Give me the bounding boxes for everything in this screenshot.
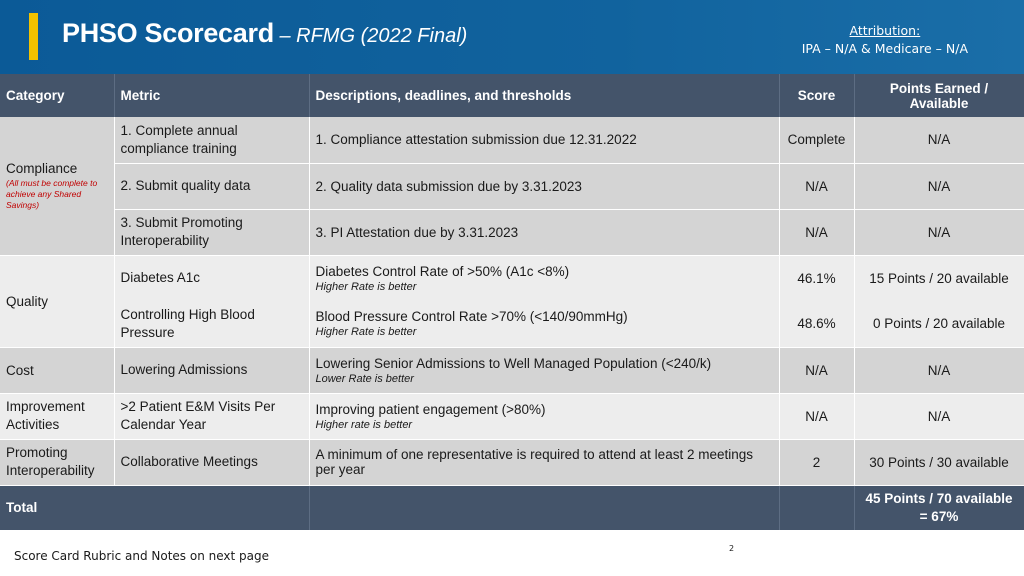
- score-cell: 2: [779, 438, 855, 485]
- accent-bar: [29, 13, 38, 60]
- score-cell: N/A: [779, 208, 855, 255]
- col-header-points: Points Earned / Available: [854, 74, 1024, 117]
- description-cell: 2. Quality data submission due by 3.31.2…: [309, 162, 780, 209]
- category-cell: Quality: [0, 254, 115, 347]
- table-header-row: Category Metric Descriptions, deadlines,…: [0, 74, 1024, 117]
- score-cell: 48.6%: [779, 301, 855, 347]
- category-cell: Cost: [0, 346, 115, 393]
- score-cell: N/A: [779, 392, 855, 439]
- score-cell: N/A: [779, 346, 855, 393]
- category-cell: Improvement Activities: [0, 392, 115, 439]
- col-header-score: Score: [779, 74, 855, 117]
- table-row: 3. Submit Promoting Interoperability 3. …: [0, 208, 1024, 255]
- page-title: PHSO Scorecard – RFMG (2022 Final): [62, 18, 467, 49]
- description-cell: Blood Pressure Control Rate >70% (<140/9…: [309, 301, 780, 347]
- metric-cell: Collaborative Meetings: [114, 438, 310, 485]
- total-label: Total: [0, 484, 310, 530]
- category-label: Improvement Activities: [6, 399, 85, 432]
- col-header-metric: Metric: [114, 74, 310, 117]
- category-note: (All must be complete to achieve any Sha…: [6, 177, 98, 210]
- points-cell: N/A: [854, 208, 1024, 255]
- attribution-value: IPA – N/A & Medicare – N/A: [801, 41, 968, 56]
- title-main: PHSO Scorecard: [62, 18, 274, 48]
- total-points: 45 Points / 70 available = 67%: [854, 484, 1024, 530]
- metric-cell: >2 Patient E&M Visits Per Calendar Year: [114, 392, 310, 439]
- category-label: Cost: [6, 362, 34, 378]
- category-label: Promoting Interoperability: [6, 445, 95, 478]
- points-cell: N/A: [854, 346, 1024, 393]
- description-cell: Diabetes Control Rate of >50% (A1c <8%) …: [309, 254, 780, 301]
- points-cell: 30 Points / 30 available: [854, 438, 1024, 485]
- points-cell: N/A: [854, 392, 1024, 439]
- attribution-label: Attribution:: [849, 23, 921, 38]
- category-label: Quality: [6, 293, 49, 309]
- description-cell: Improving patient engagement (>80%) High…: [309, 392, 780, 439]
- total-row: Total 45 Points / 70 available = 67%: [0, 484, 1024, 530]
- metric-cell: Controlling High Blood Pressure: [114, 301, 310, 347]
- metric-cell: 1. Complete annual compliance training: [114, 117, 310, 163]
- title-sub: – RFMG (2022 Final): [273, 25, 468, 47]
- attribution: Attribution: IPA – N/A & Medicare – N/A: [802, 22, 968, 58]
- metric-cell: Diabetes A1c: [114, 254, 310, 301]
- table-row: Cost Lowering Admissions Lowering Senior…: [0, 346, 1024, 393]
- table-row: Compliance (All must be complete to achi…: [0, 117, 1024, 255]
- table-row: 2. Submit quality data 2. Quality data s…: [0, 162, 1024, 209]
- metric-cell: Lowering Admissions: [114, 346, 310, 393]
- footer-note: Score Card Rubric and Notes on next page: [14, 549, 270, 563]
- score-cell: 46.1%: [779, 254, 855, 301]
- table-row: Promoting Interoperability Collaborative…: [0, 438, 1024, 485]
- points-cell: 15 Points / 20 available: [854, 254, 1024, 301]
- metric-cell: 3. Submit Promoting Interoperability: [114, 208, 310, 255]
- total-spacer: [309, 484, 780, 530]
- points-cell: N/A: [854, 117, 1024, 163]
- category-cell: Promoting Interoperability: [0, 438, 115, 485]
- category-label: Compliance: [6, 160, 78, 176]
- table-row: Controlling High Blood Pressure Blood Pr…: [0, 301, 1024, 347]
- score-cell: Complete: [779, 117, 855, 163]
- page-number: 2: [729, 544, 735, 553]
- metric-cell: 2. Submit quality data: [114, 162, 310, 209]
- col-header-description: Descriptions, deadlines, and thresholds: [309, 74, 780, 117]
- category-cell: Compliance (All must be complete to achi…: [0, 117, 115, 255]
- table-row: Quality Diabetes A1c Diabetes Control Ra…: [0, 254, 1024, 347]
- total-score-spacer: [779, 484, 855, 530]
- col-header-category: Category: [0, 74, 115, 117]
- description-cell: 3. PI Attestation due by 3.31.2023: [309, 208, 780, 255]
- description-cell: Lowering Senior Admissions to Well Manag…: [309, 346, 780, 393]
- table-row: Improvement Activities >2 Patient E&M Vi…: [0, 392, 1024, 439]
- points-cell: N/A: [854, 162, 1024, 209]
- scorecard-table: Category Metric Descriptions, deadlines,…: [0, 74, 1024, 530]
- description-cell: A minimum of one representative is requi…: [309, 438, 780, 485]
- score-cell: N/A: [779, 162, 855, 209]
- title-banner: PHSO Scorecard – RFMG (2022 Final) Attri…: [0, 0, 1024, 74]
- points-cell: 0 Points / 20 available: [854, 301, 1024, 347]
- description-cell: 1. Compliance attestation submission due…: [309, 117, 780, 163]
